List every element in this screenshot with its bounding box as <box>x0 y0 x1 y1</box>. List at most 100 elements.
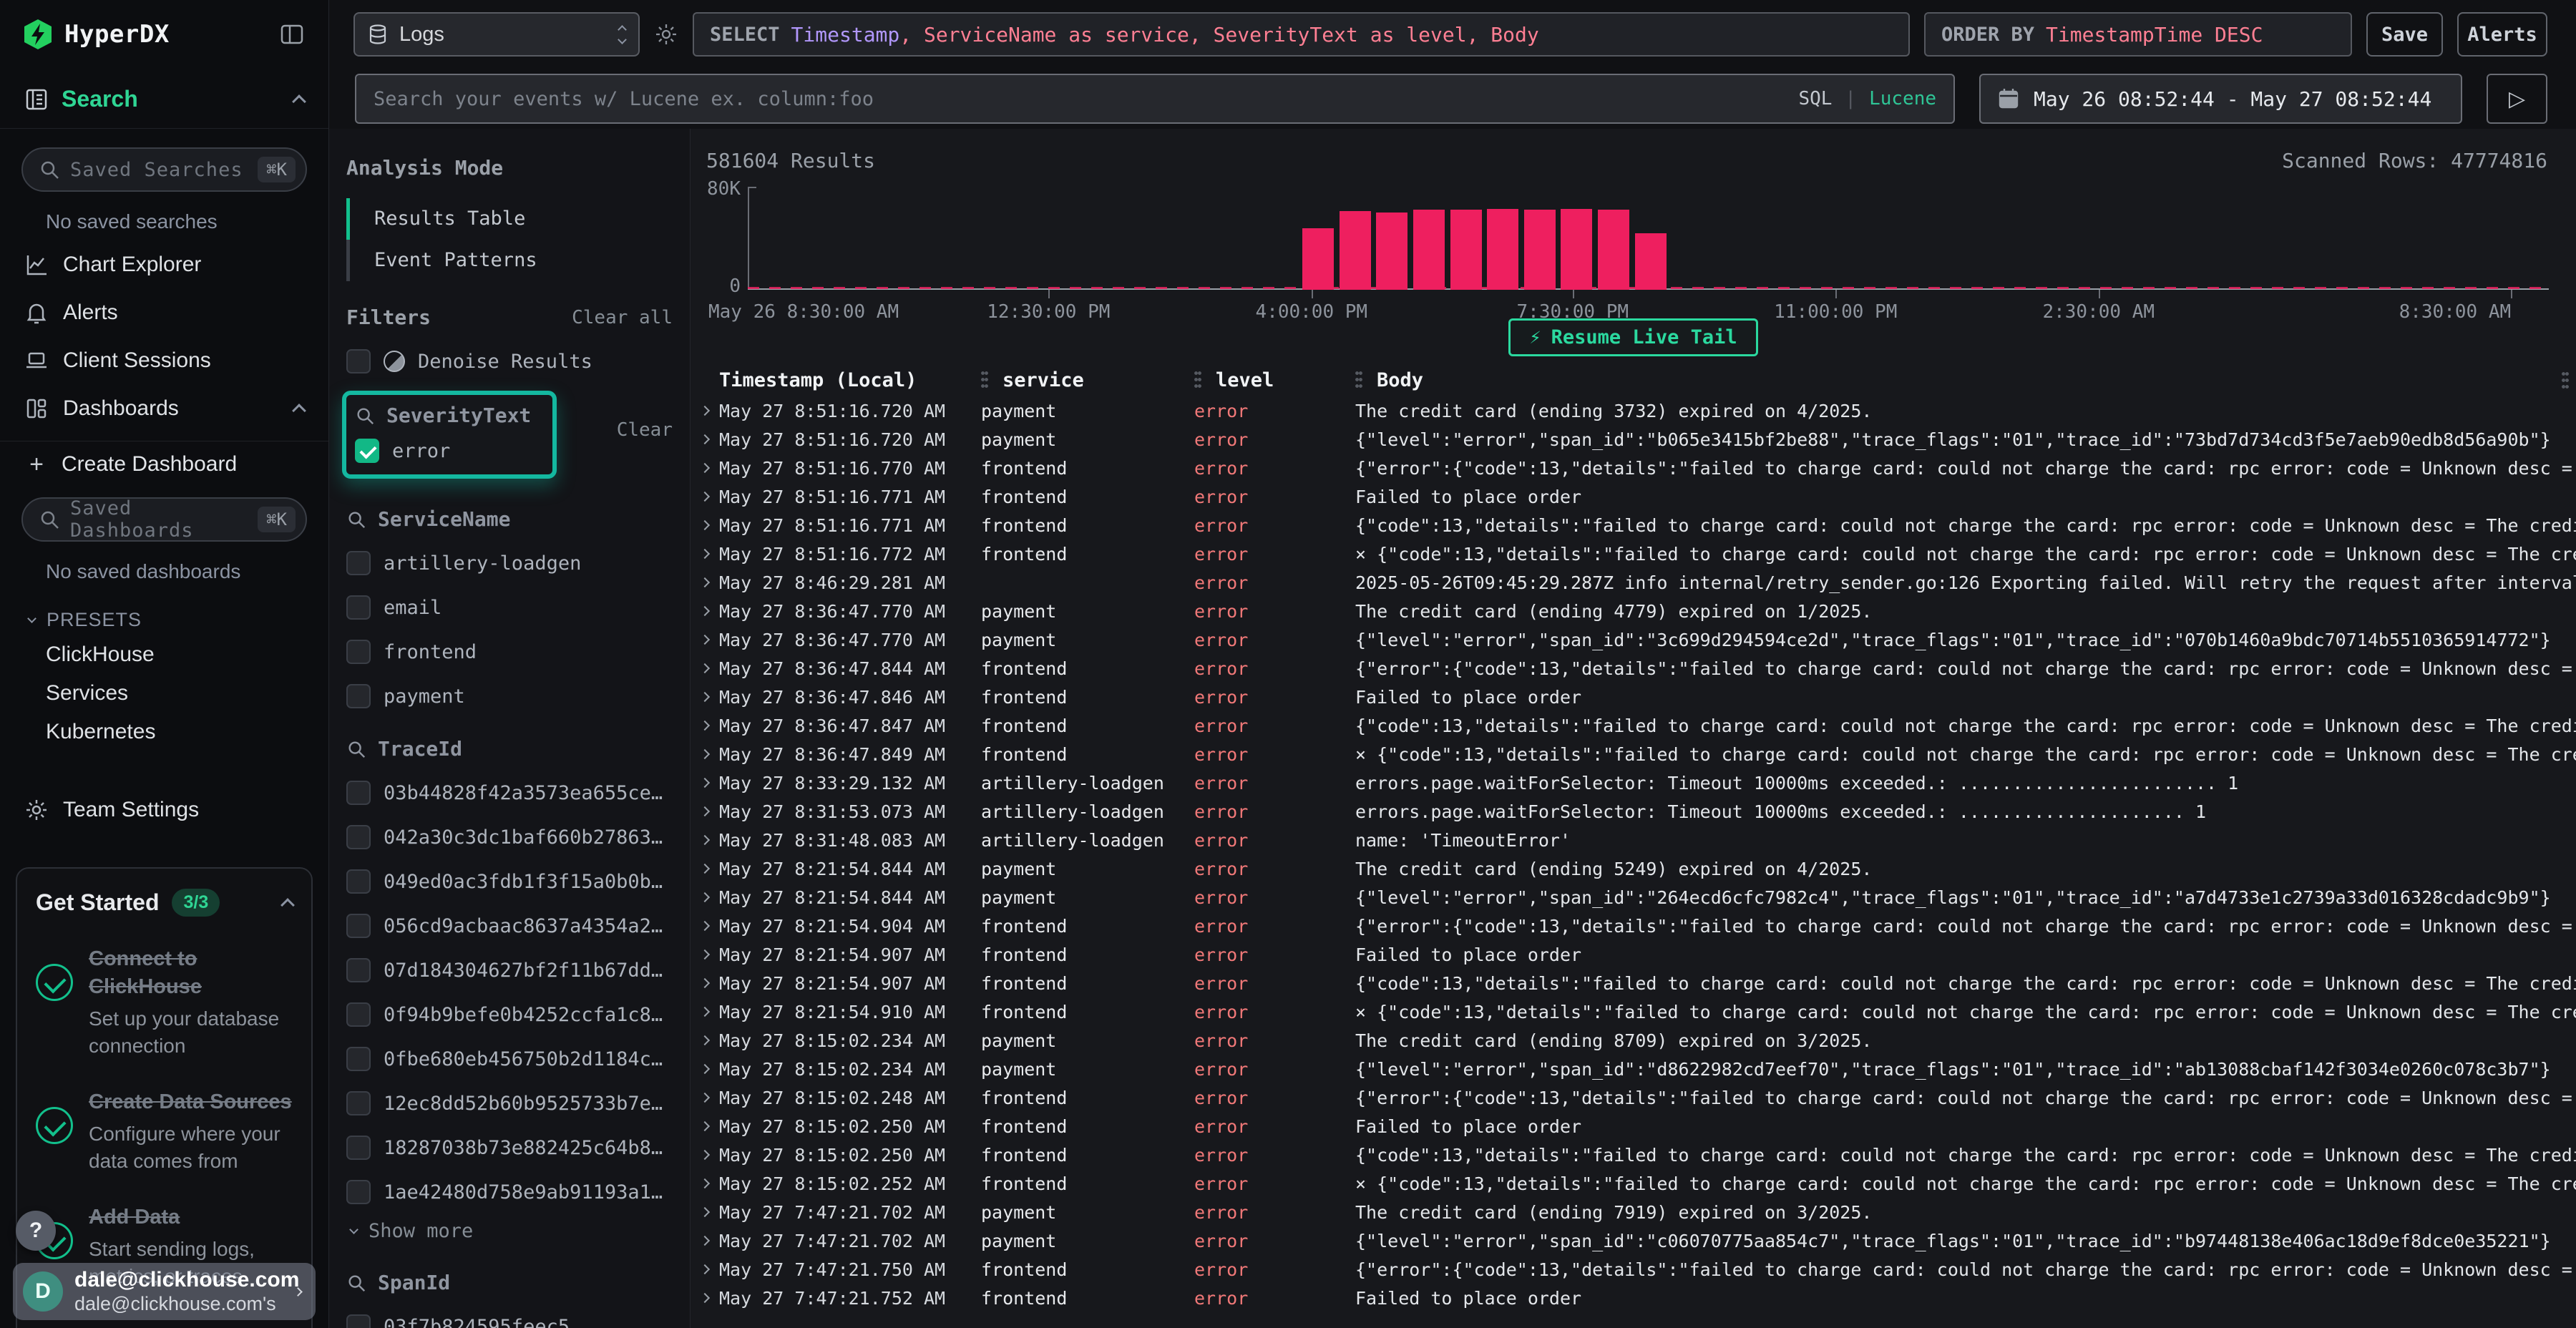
trace-value[interactable]: 07d184304627bf2f11b67dd… <box>346 958 673 982</box>
table-row[interactable]: May 27 8:36:47.849 AMfrontenderror× {"co… <box>691 740 2576 768</box>
trace-value[interactable]: 1ae42480d758e9ab91193a1… <box>346 1180 673 1204</box>
table-row[interactable]: May 27 8:51:16.720 AMpaymenterrorThe cre… <box>691 396 2576 425</box>
table-row[interactable]: May 27 7:47:21.750 AMfrontenderror{"erro… <box>691 1255 2576 1284</box>
expand-row-icon[interactable] <box>691 1151 719 1158</box>
expand-row-icon[interactable] <box>691 636 719 643</box>
table-row[interactable]: May 27 8:15:02.234 AMpaymenterror{"level… <box>691 1055 2576 1083</box>
histogram-bar[interactable] <box>1635 233 1667 290</box>
clear-severity-button[interactable]: Clear <box>617 419 673 441</box>
expand-row-icon[interactable] <box>691 665 719 672</box>
expand-row-icon[interactable] <box>691 951 719 958</box>
table-row[interactable]: May 27 8:36:47.847 AMfrontenderror{"code… <box>691 711 2576 740</box>
histogram-bar[interactable] <box>1598 210 1629 290</box>
sidebar-item-chart-explorer[interactable]: Chart Explorer <box>0 240 328 288</box>
tab-results-table[interactable]: Results Table <box>346 198 673 240</box>
column-resize-handle[interactable] <box>1355 370 1362 390</box>
sidebar-item-team-settings[interactable]: Team Settings <box>0 786 328 834</box>
table-row[interactable]: May 27 8:36:47.770 AMpaymenterrorThe cre… <box>691 597 2576 625</box>
table-row[interactable]: May 27 8:51:16.771 AMfrontenderrorFailed… <box>691 482 2576 511</box>
table-row[interactable]: May 27 8:36:47.844 AMfrontenderror{"erro… <box>691 654 2576 683</box>
col-timestamp[interactable]: Timestamp (Local) <box>719 369 981 391</box>
gear-icon[interactable] <box>654 22 678 47</box>
checkbox[interactable] <box>346 825 371 849</box>
table-row[interactable]: May 27 8:15:02.234 AMpaymenterrorThe cre… <box>691 1026 2576 1055</box>
trace-value[interactable]: 042a30c3dc1baf660b27863… <box>346 825 673 849</box>
expand-row-icon[interactable] <box>691 407 719 414</box>
table-row[interactable]: May 27 8:51:16.720 AMpaymenterror{"level… <box>691 425 2576 454</box>
histogram-bar[interactable] <box>1376 213 1407 290</box>
show-more-traces[interactable]: Show more <box>346 1220 673 1242</box>
checkbox[interactable] <box>346 1091 371 1115</box>
denoise-checkbox[interactable] <box>346 349 371 374</box>
expand-row-icon[interactable] <box>691 980 719 987</box>
table-row[interactable]: May 27 8:21:54.907 AMfrontenderrorFailed… <box>691 940 2576 969</box>
checkbox[interactable] <box>346 1136 371 1160</box>
order-by-input[interactable]: ORDER BY TimestampTime DESC <box>1924 12 2352 57</box>
checkbox[interactable] <box>346 914 371 938</box>
span-value[interactable]: 03f7b824595feec5 <box>346 1314 673 1328</box>
search-icon[interactable] <box>346 509 366 529</box>
get-started-header[interactable]: Get Started 3/3 <box>36 889 293 917</box>
trace-value[interactable]: 0fbe680eb456750b2d1184c… <box>346 1047 673 1071</box>
checkbox[interactable] <box>346 869 371 894</box>
table-row[interactable]: May 27 8:46:29.281 AMerror2025-05-26T09:… <box>691 568 2576 597</box>
date-range-picker[interactable]: May 26 08:52:44 - May 27 08:52:44 <box>1979 74 2462 124</box>
expand-row-icon[interactable] <box>691 751 719 758</box>
service-value[interactable]: artillery-loadgen <box>346 551 673 575</box>
source-select[interactable]: Logs <box>353 12 640 57</box>
checkbox[interactable] <box>346 1180 371 1204</box>
table-row[interactable]: May 27 8:21:54.907 AMfrontenderror{"code… <box>691 969 2576 997</box>
trace-value[interactable]: 049ed0ac3fdb1f3f15a0b0b… <box>346 869 673 894</box>
trace-value[interactable]: 056cd9acbaac8637a4354a2… <box>346 914 673 938</box>
table-row[interactable]: May 27 7:47:21.752 AMfrontenderrorFailed… <box>691 1284 2576 1312</box>
trace-value[interactable]: 18287038b73e882425c64b8… <box>346 1136 673 1160</box>
denoise-filter[interactable]: Denoise Results <box>346 349 673 374</box>
expand-row-icon[interactable] <box>691 1266 719 1273</box>
run-query-button[interactable]: ▷ <box>2487 74 2547 124</box>
collapse-sidebar-icon[interactable] <box>280 22 304 47</box>
table-row[interactable]: May 27 8:21:54.904 AMfrontenderror{"erro… <box>691 912 2576 940</box>
expand-row-icon[interactable] <box>691 1237 719 1244</box>
table-row[interactable]: May 27 8:33:29.132 AMartillery-loadgener… <box>691 768 2576 797</box>
sidebar-item-alerts[interactable]: Alerts <box>0 288 328 336</box>
table-row[interactable]: May 27 8:51:16.770 AMfrontenderror{"erro… <box>691 454 2576 482</box>
table-row[interactable]: May 27 8:31:48.083 AMartillery-loadgener… <box>691 826 2576 854</box>
table-row[interactable]: May 27 8:36:47.846 AMfrontenderrorFailed… <box>691 683 2576 711</box>
expand-row-icon[interactable] <box>691 1180 719 1187</box>
col-service[interactable]: service <box>981 369 1194 391</box>
column-resize-handle[interactable] <box>1194 370 1201 390</box>
histogram-bar[interactable] <box>1413 210 1445 290</box>
service-value[interactable]: frontend <box>346 640 673 664</box>
expand-row-icon[interactable] <box>691 607 719 615</box>
error-checkbox[interactable] <box>355 439 379 463</box>
histogram-bar[interactable] <box>1487 209 1518 290</box>
histogram-bar[interactable] <box>1302 228 1334 290</box>
lucene-mode-toggle[interactable]: Lucene <box>1869 88 1936 109</box>
expand-row-icon[interactable] <box>691 1209 719 1216</box>
sql-mode-toggle[interactable]: SQL <box>1798 88 1832 109</box>
table-row[interactable]: May 27 7:47:21.702 AMpaymenterror{"level… <box>691 1226 2576 1255</box>
search-icon[interactable] <box>355 406 375 426</box>
save-button[interactable]: Save <box>2366 12 2443 57</box>
expand-row-icon[interactable] <box>691 1094 719 1101</box>
severity-value-error[interactable]: error <box>355 439 540 463</box>
resume-live-tail-button[interactable]: ⚡ Resume Live Tail <box>1508 318 1757 356</box>
column-resize-handle[interactable] <box>981 370 988 390</box>
search-icon[interactable] <box>346 1273 366 1293</box>
histogram-bar[interactable] <box>1340 211 1371 290</box>
trace-value[interactable]: 03b44828f42a3573ea655ce… <box>346 781 673 805</box>
table-row[interactable]: May 27 8:51:16.771 AMfrontenderror{"code… <box>691 511 2576 540</box>
preset-item-kubernetes[interactable]: Kubernetes <box>0 713 328 751</box>
get-started-item[interactable]: Create Data SourcesConfigure where your … <box>36 1088 293 1175</box>
trace-value[interactable]: 0f94b9befe0b4252ccfa1c8… <box>346 1002 673 1027</box>
service-value[interactable]: payment <box>346 684 673 708</box>
table-row[interactable]: May 27 8:15:02.252 AMfrontenderror× {"co… <box>691 1169 2576 1198</box>
checkbox[interactable] <box>346 1002 371 1027</box>
expand-row-icon[interactable] <box>691 1065 719 1073</box>
preset-item-clickhouse[interactable]: ClickHouse <box>0 635 328 674</box>
clear-all-filters-button[interactable]: Clear all <box>572 307 673 328</box>
checkbox[interactable] <box>346 551 371 575</box>
table-row[interactable]: May 27 8:21:54.844 AMpaymenterrorThe cre… <box>691 854 2576 883</box>
expand-row-icon[interactable] <box>691 464 719 472</box>
brand[interactable]: HyperDX <box>21 18 280 51</box>
